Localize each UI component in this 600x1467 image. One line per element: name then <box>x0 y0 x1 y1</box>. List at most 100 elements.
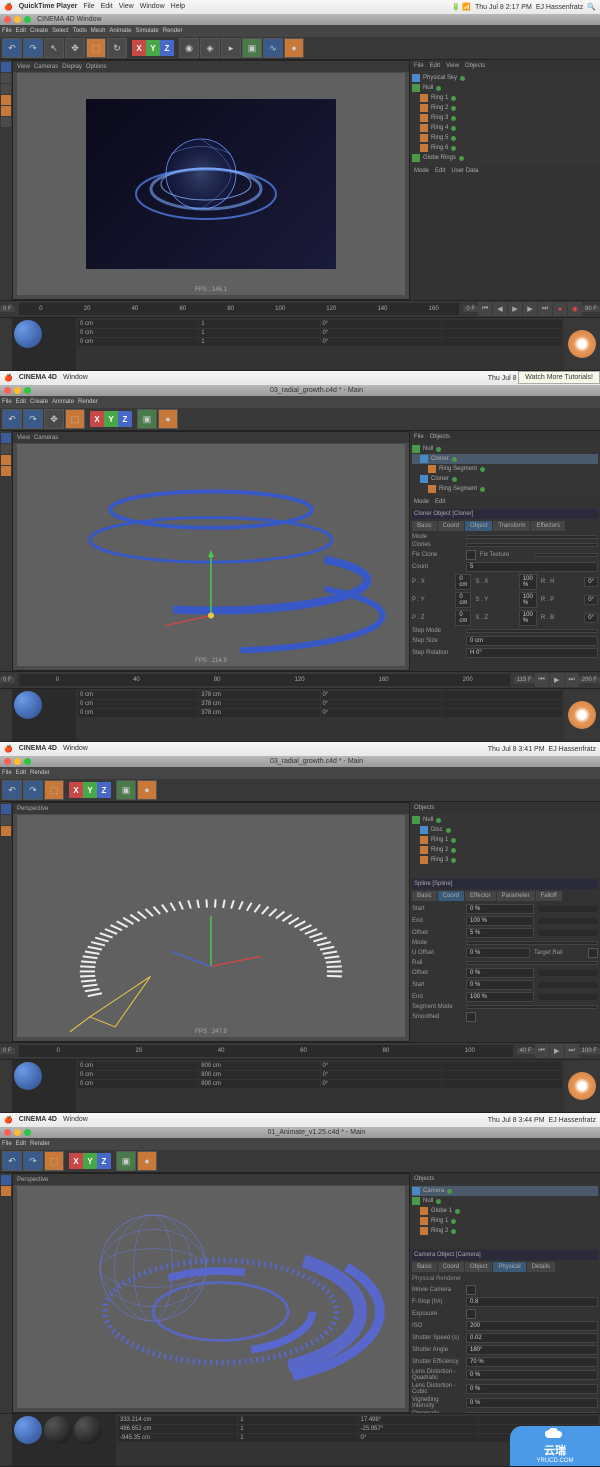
size-z[interactable]: 1 <box>199 338 319 346</box>
pos-y[interactable]: 0 cm <box>78 329 198 337</box>
scale-tool[interactable]: ⬚ <box>86 38 106 58</box>
object-manager[interactable]: Null Disc Ring 1 Ring 2 Ring 3 <box>410 813 600 877</box>
redo-button[interactable]: ↷ <box>23 409 43 429</box>
apple-menu[interactable]: 🍎 <box>4 374 13 382</box>
texture-mode[interactable] <box>1 117 11 127</box>
vp-menu[interactable]: Cameras <box>34 64 58 70</box>
move-tool[interactable]: ✥ <box>44 409 64 429</box>
c4d-menubar[interactable]: FileEditCreateAnimateRender <box>0 396 600 408</box>
menu-file[interactable]: File <box>83 3 94 11</box>
play-button[interactable]: ▶ <box>508 302 522 316</box>
object-row[interactable]: Ring 6 <box>412 143 598 153</box>
object-row[interactable]: Ring 1 <box>412 93 598 103</box>
record-button[interactable]: ● <box>553 302 567 316</box>
frame-start[interactable]: 0 F <box>0 306 15 312</box>
rotate-tool[interactable]: ↻ <box>107 38 127 58</box>
object-mode[interactable] <box>1 73 11 83</box>
object-row[interactable]: Null <box>412 83 598 93</box>
eyeball-icon[interactable] <box>568 330 596 358</box>
render-button[interactable]: ▸ <box>221 38 241 58</box>
panel-tab[interactable]: Edit <box>430 63 440 69</box>
goto-end[interactable]: ⏭ <box>538 302 552 316</box>
attr-tab[interactable]: Coord <box>438 521 464 531</box>
material-preview[interactable] <box>14 320 42 348</box>
attr-tab[interactable]: User Data <box>451 168 478 174</box>
c4d-menu-item[interactable]: Select <box>52 28 69 34</box>
user[interactable]: EJ Hassenfratz <box>536 4 583 11</box>
clones-select[interactable] <box>466 543 598 547</box>
c4d-menubar[interactable]: File Edit Create Select Tools Mesh Anima… <box>0 25 600 37</box>
attribute-manager[interactable]: Camera Object [Camera] Basic Coord Objec… <box>410 1248 600 1413</box>
object-row[interactable]: Ring 5 <box>412 133 598 143</box>
timeline[interactable]: 0 F 04080120160200 115 F ⏮▶⏭ 200 F <box>0 671 600 688</box>
tool-button[interactable]: ◉ <box>179 38 199 58</box>
viewport-canvas[interactable]: FPS : 214.9 <box>17 444 405 666</box>
attr-tab[interactable]: Transform <box>493 521 530 531</box>
undo-button[interactable]: ↶ <box>2 409 22 429</box>
material-manager[interactable] <box>12 689 76 741</box>
frame-current[interactable]: 0 F <box>463 306 478 312</box>
viewport[interactable]: View Cameras Display Options FPS : 146.1 <box>12 60 410 300</box>
scale-tool[interactable]: ⬚ <box>65 409 85 429</box>
size-y[interactable]: 1 <box>199 329 319 337</box>
traffic-lights[interactable] <box>4 16 31 23</box>
axis-lock[interactable]: XYZ <box>132 40 174 56</box>
next-frame[interactable]: ▶ <box>523 302 537 316</box>
object-row[interactable]: Globe Rings <box>412 153 598 163</box>
panel-tab[interactable]: View <box>446 63 459 69</box>
sphere-primitive[interactable]: ● <box>284 38 304 58</box>
poly-mode[interactable] <box>1 106 11 116</box>
attribute-manager[interactable]: Spline [Spline] Basic Coord Effector Par… <box>410 877 600 1042</box>
viewport-canvas[interactable]: FPS : 146.1 <box>17 73 405 295</box>
cube-primitive[interactable]: ▣ <box>137 409 157 429</box>
vp-menu[interactable]: Display <box>62 64 82 70</box>
menu-view[interactable]: View <box>119 3 134 11</box>
move-tool[interactable]: ✥ <box>65 38 85 58</box>
timeline-ruler[interactable]: 020406080100120140160 <box>19 303 460 315</box>
cube-primitive[interactable]: ▣ <box>242 38 262 58</box>
goto-start[interactable]: ⏮ <box>478 302 492 316</box>
search-icon[interactable]: 🔍 <box>587 3 596 11</box>
attr-tab[interactable]: Effectors <box>531 521 565 531</box>
rot-p[interactable]: 0° <box>321 329 441 337</box>
attribute-manager[interactable]: Cloner Object [Cloner] Basic Coord Objec… <box>410 507 600 671</box>
attr-tab[interactable]: Object <box>465 521 492 531</box>
app-name[interactable]: QuickTime Player <box>19 3 78 11</box>
c4d-menu-item[interactable]: Mesh <box>91 28 106 34</box>
sphere-primitive[interactable]: ● <box>158 409 178 429</box>
object-manager[interactable]: Physical Sky Null Ring 1 Ring 2 Ring 3 R… <box>410 71 600 165</box>
viewport[interactable]: Perspective (function(){var g=document.c… <box>12 802 410 1042</box>
menu-help[interactable]: Help <box>171 3 185 11</box>
window-titlebar[interactable]: 03_radial_growth.c4d * - Main <box>0 385 600 396</box>
point-mode[interactable] <box>1 84 11 94</box>
model-mode[interactable] <box>1 62 11 72</box>
viewport[interactable]: Perspective <box>12 1173 410 1413</box>
menu-window[interactable]: Window <box>63 374 88 382</box>
spline-tool[interactable]: ∿ <box>263 38 283 58</box>
window-titlebar[interactable]: CINEMA 4D Window <box>0 14 600 25</box>
vp-menu[interactable]: Options <box>86 64 107 70</box>
mac-menubar[interactable]: 🍎 CINEMA 4D Window Thu Jul 8 2:41 PM EJ … <box>0 371 600 385</box>
rot-b[interactable]: 0° <box>321 338 441 346</box>
c4d-menu-item[interactable]: Tools <box>73 28 87 34</box>
object-row[interactable]: Ring 2 <box>412 103 598 113</box>
edge-mode[interactable] <box>1 95 11 105</box>
count-input[interactable]: 5 <box>466 562 598 572</box>
select-tool[interactable]: ↖ <box>44 38 64 58</box>
mode-select[interactable] <box>466 535 598 539</box>
panel-tab[interactable]: Objects <box>465 63 485 69</box>
timeline[interactable]: 0 F 020406080100120140160 0 F ⏮ ◀ ▶ ▶ ⏭ … <box>0 300 600 317</box>
menu-edit[interactable]: Edit <box>101 3 113 11</box>
app-name[interactable]: CINEMA 4D <box>19 374 57 382</box>
c4d-menu-item[interactable]: Render <box>163 28 183 34</box>
object-row[interactable]: Ring 4 <box>412 123 598 133</box>
c4d-menu-item[interactable]: Simulate <box>135 28 158 34</box>
object-row[interactable]: Ring 3 <box>412 113 598 123</box>
pos-z[interactable]: 0 cm <box>78 338 198 346</box>
panel-tab[interactable]: File <box>414 63 424 69</box>
attribute-manager[interactable] <box>410 176 600 300</box>
c4d-menu-item[interactable]: File <box>2 28 12 34</box>
eyeball-icon[interactable] <box>568 701 596 729</box>
apple-menu[interactable]: 🍎 <box>4 3 13 11</box>
vp-menu[interactable]: View <box>17 64 30 70</box>
